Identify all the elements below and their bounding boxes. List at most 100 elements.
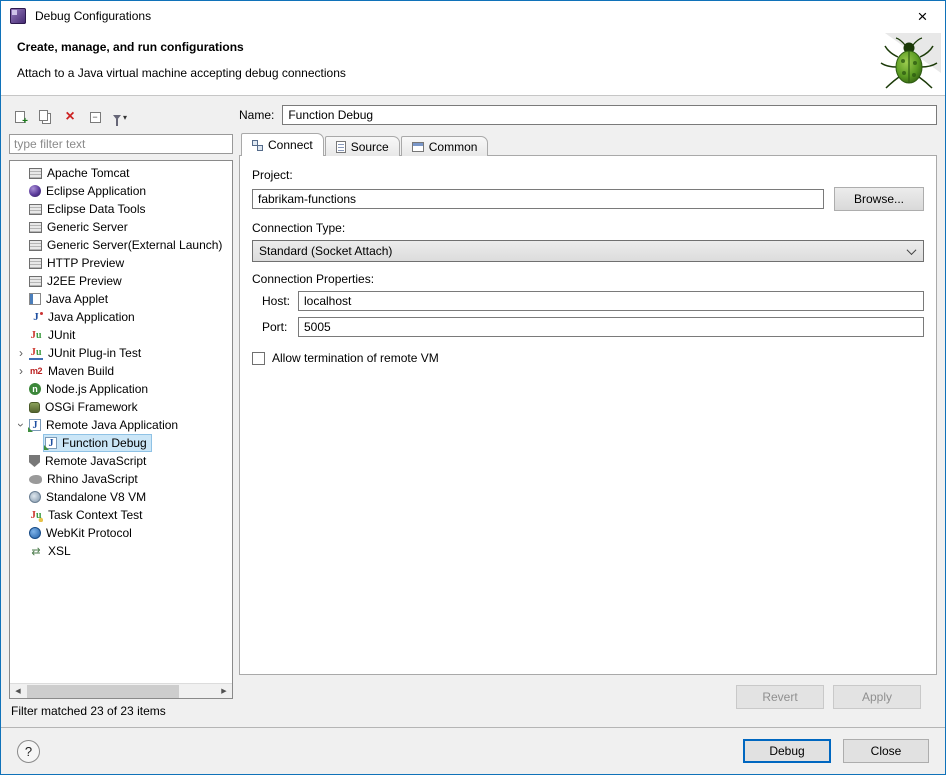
new-config-icon[interactable] xyxy=(9,107,31,127)
host-label: Host: xyxy=(262,294,298,308)
tree-item-body: HTTP Preview xyxy=(28,255,128,271)
tree-item-body: WebKit Protocol xyxy=(28,525,136,541)
scroll-left-icon[interactable]: ◀ xyxy=(10,684,26,699)
connection-type-label: Connection Type: xyxy=(252,221,924,235)
tree-item-label: Eclipse Data Tools xyxy=(47,202,146,216)
scrollbar-track[interactable] xyxy=(26,684,216,699)
tree-item[interactable]: JUnit Plug-in Test xyxy=(10,344,232,362)
tab-source[interactable]: Source xyxy=(325,136,400,156)
tree-item-body: OSGi Framework xyxy=(28,399,142,415)
tree-item[interactable]: Java Applet xyxy=(10,290,232,308)
project-input[interactable] xyxy=(252,189,824,209)
tree-item[interactable]: Standalone V8 VM xyxy=(10,488,232,506)
tree-item[interactable]: J2EE Preview xyxy=(10,272,232,290)
tree-item[interactable]: XSL xyxy=(10,542,232,560)
tree-item-body: Remote Java Application xyxy=(28,417,182,433)
server-icon xyxy=(29,258,42,269)
configuration-detail-panel: Name: Connect Source Common Project: xyxy=(239,104,937,719)
twist-collapsed-icon[interactable] xyxy=(14,346,28,360)
revert-button[interactable]: Revert xyxy=(736,685,824,709)
host-input[interactable] xyxy=(298,291,924,311)
tree-item[interactable]: Eclipse Application xyxy=(10,182,232,200)
app-icon xyxy=(10,8,26,24)
filter-status: Filter matched 23 of 23 items xyxy=(9,699,233,719)
tree-item-body: XSL xyxy=(28,543,75,559)
tree-item-body: JUnit Plug-in Test xyxy=(28,345,145,361)
applet-icon xyxy=(29,293,41,305)
xsl-icon xyxy=(29,545,43,558)
twist-expanded-icon[interactable] xyxy=(14,418,28,432)
tree-item-body: Eclipse Data Tools xyxy=(28,201,150,217)
tree-item[interactable]: Generic Server(External Launch) xyxy=(10,236,232,254)
scrollbar-thumb[interactable] xyxy=(27,685,179,698)
tree-item[interactable]: Rhino JavaScript xyxy=(10,470,232,488)
connection-type-dropdown[interactable]: Standard (Socket Attach) xyxy=(252,240,924,262)
revert-apply-row: Revert Apply xyxy=(239,675,937,719)
horizontal-scrollbar[interactable]: ◀ ▶ xyxy=(10,683,232,698)
footer-buttons: Debug Close xyxy=(743,739,929,763)
tree-item-body: Remote JavaScript xyxy=(28,453,150,469)
tree-item-label: HTTP Preview xyxy=(47,256,124,270)
tree-item[interactable]: Eclipse Data Tools xyxy=(10,200,232,218)
delete-config-icon[interactable]: × xyxy=(59,107,81,127)
bug-illustration xyxy=(869,33,941,93)
tab-common[interactable]: Common xyxy=(401,136,489,156)
tree-item-body: Java Applet xyxy=(28,291,112,307)
duplicate-config-icon[interactable] xyxy=(34,107,56,127)
tree-item-label: Remote Java Application xyxy=(46,418,178,432)
port-input[interactable] xyxy=(298,317,924,337)
junit-icon xyxy=(29,329,43,342)
tree-item[interactable]: OSGi Framework xyxy=(10,398,232,416)
debug-button[interactable]: Debug xyxy=(743,739,831,763)
tree-item[interactable]: Apache Tomcat xyxy=(10,164,232,182)
header-title: Create, manage, and run configurations xyxy=(17,40,945,54)
tree-item-label: JUnit Plug-in Test xyxy=(48,346,141,360)
tab-connect[interactable]: Connect xyxy=(241,133,324,156)
tree-item[interactable]: Node.js Application xyxy=(10,380,232,398)
tree-item-body: Eclipse Application xyxy=(28,183,150,199)
tree-item[interactable]: Function Debug xyxy=(10,434,232,452)
titlebar: Debug Configurations × xyxy=(1,1,945,31)
common-tab-icon xyxy=(412,142,424,152)
tree-item-label: Eclipse Application xyxy=(46,184,146,198)
browse-button[interactable]: Browse... xyxy=(834,187,924,211)
close-icon[interactable]: × xyxy=(900,1,945,31)
allow-termination-checkbox[interactable] xyxy=(252,352,265,365)
window-title: Debug Configurations xyxy=(35,9,900,23)
tree-item[interactable]: HTTP Preview xyxy=(10,254,232,272)
tree-item-body: Rhino JavaScript xyxy=(28,471,142,487)
tree-item[interactable]: Remote Java Application xyxy=(10,416,232,434)
tree-item[interactable]: Maven Build xyxy=(10,362,232,380)
filter-config-icon[interactable]: ▾ xyxy=(109,107,131,127)
filter-input[interactable] xyxy=(9,134,233,154)
configurations-tree-panel: Apache Tomcat Eclipse Application Eclipse … xyxy=(9,160,233,699)
server-icon xyxy=(29,168,42,179)
scroll-right-icon[interactable]: ▶ xyxy=(216,684,232,699)
tree-item-label: Node.js Application xyxy=(46,382,148,396)
tree-item-label: Apache Tomcat xyxy=(47,166,130,180)
tree-item-body: Maven Build xyxy=(28,363,118,379)
java-icon xyxy=(29,311,43,324)
tree-item[interactable]: Java Application xyxy=(10,308,232,326)
help-button[interactable]: ? xyxy=(17,740,40,763)
tree-item-label: XSL xyxy=(48,544,71,558)
tree-item-label: Standalone V8 VM xyxy=(46,490,146,504)
maven-icon xyxy=(29,365,43,378)
tree-item-label: Rhino JavaScript xyxy=(47,472,138,486)
tree-item[interactable]: WebKit Protocol xyxy=(10,524,232,542)
close-button[interactable]: Close xyxy=(843,739,929,763)
twist-collapsed-icon[interactable] xyxy=(14,364,28,378)
tree-item-label: Generic Server xyxy=(47,220,128,234)
tree-item[interactable]: Remote JavaScript xyxy=(10,452,232,470)
dialog-footer: ? Debug Close xyxy=(1,727,945,774)
tree-item[interactable]: Generic Server xyxy=(10,218,232,236)
collapse-all-icon[interactable]: − xyxy=(84,107,106,127)
header-subtitle: Attach to a Java virtual machine accepti… xyxy=(17,66,945,80)
apply-button[interactable]: Apply xyxy=(833,685,921,709)
tree-item-body: JUnit xyxy=(28,327,79,343)
tree-item-label: Generic Server(External Launch) xyxy=(47,238,222,252)
tree-item[interactable]: JUnit xyxy=(10,326,232,344)
name-input[interactable] xyxy=(282,105,937,125)
node-icon xyxy=(29,383,41,395)
tree-item[interactable]: Task Context Test xyxy=(10,506,232,524)
